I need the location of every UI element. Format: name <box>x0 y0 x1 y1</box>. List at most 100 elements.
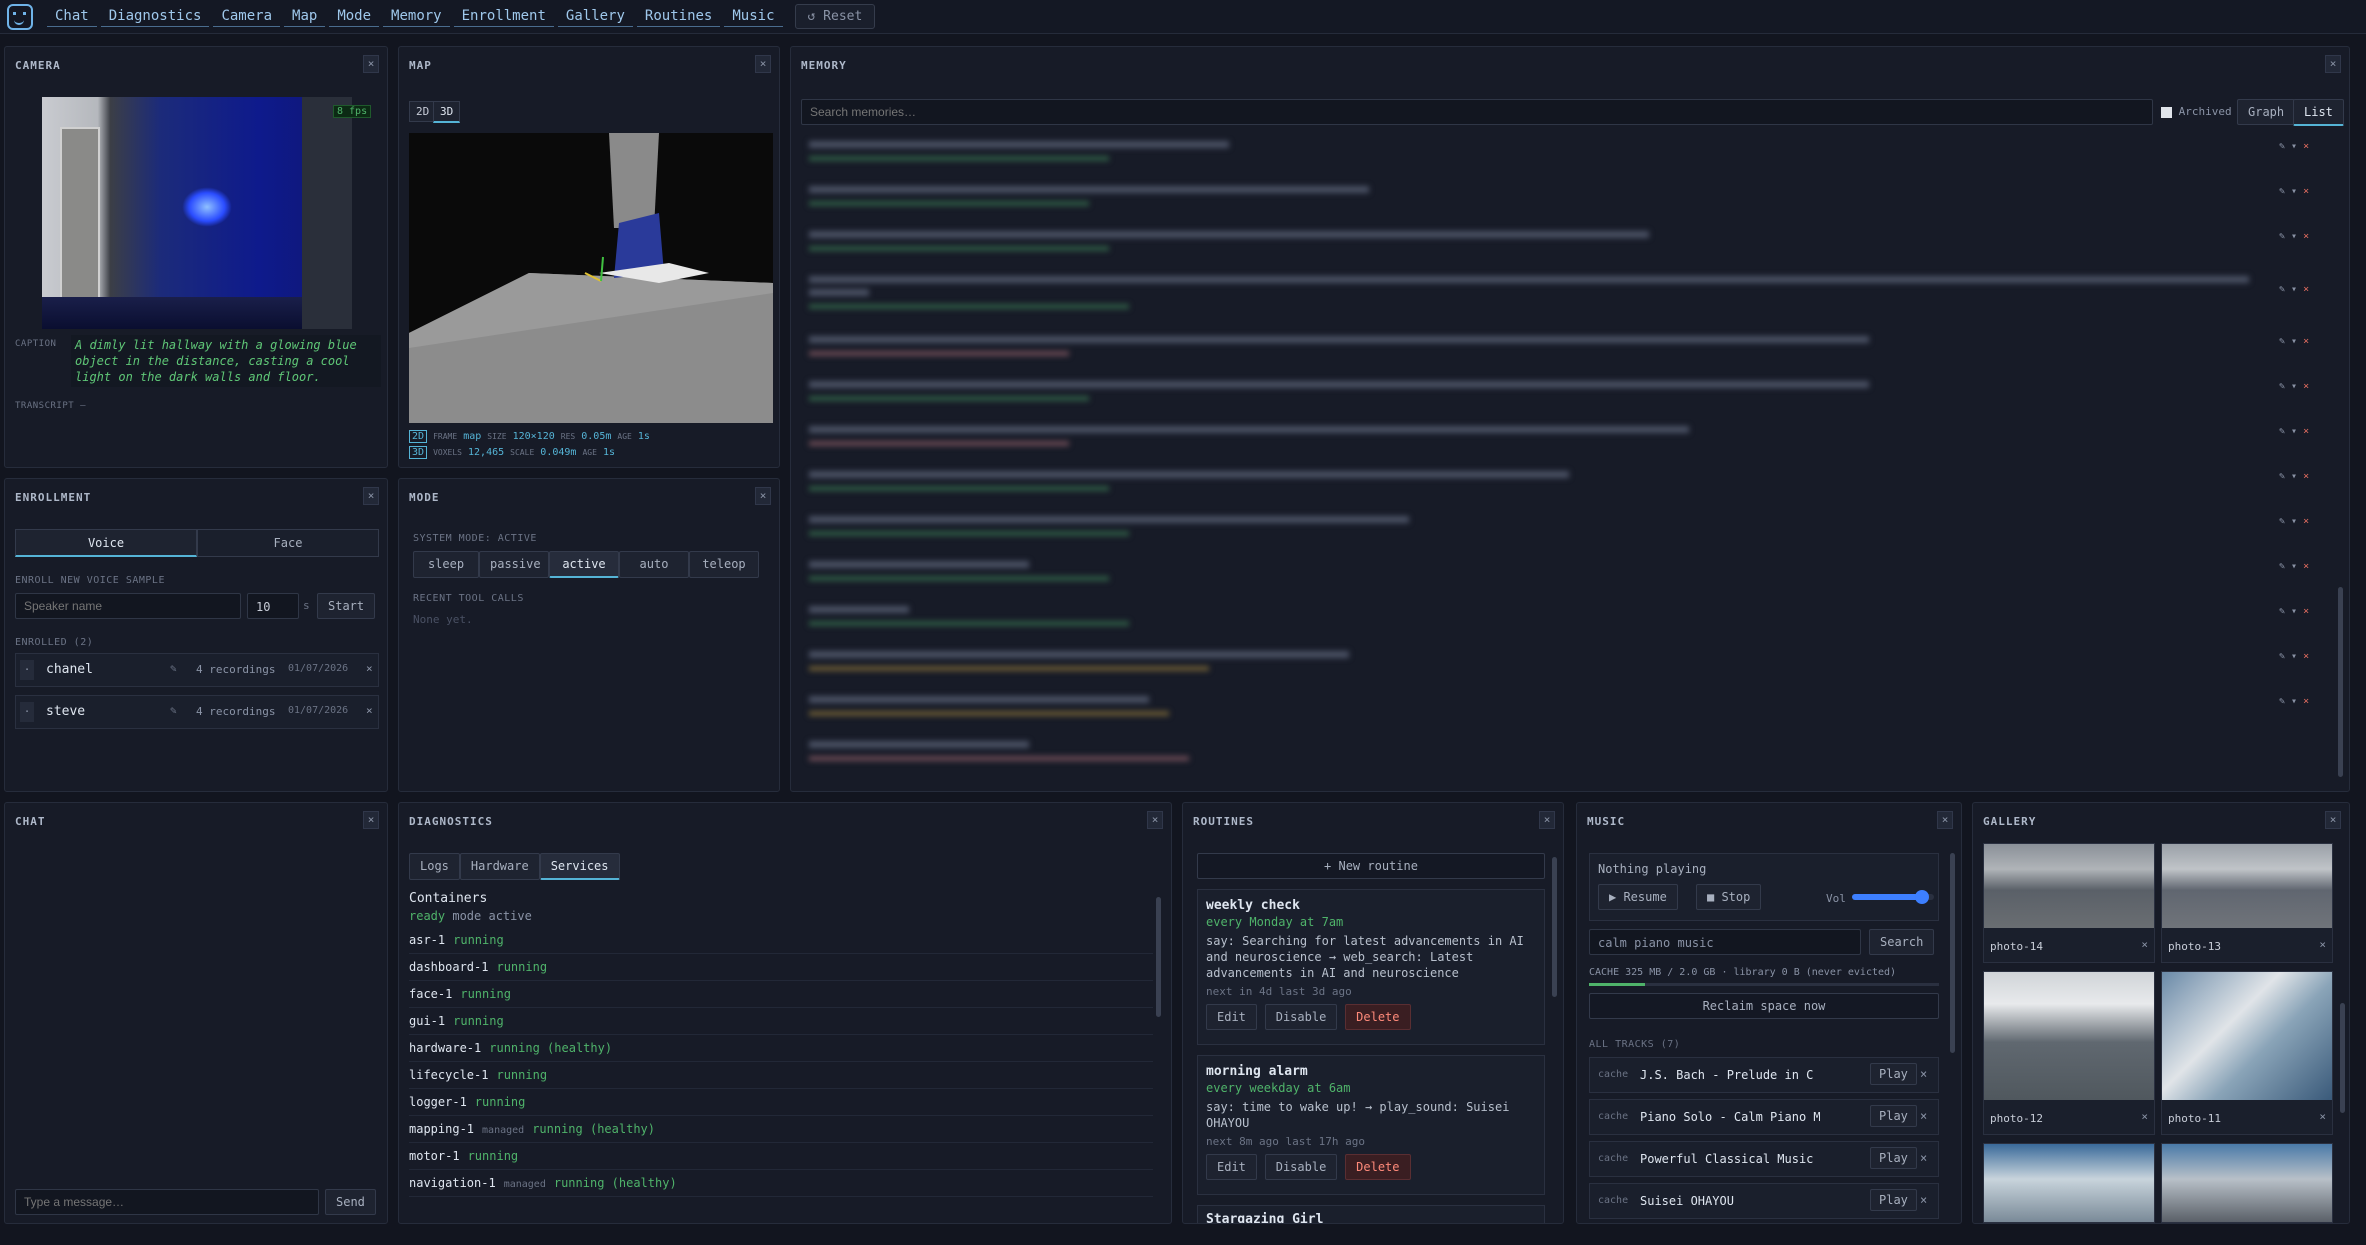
close-icon[interactable]: × <box>363 811 379 829</box>
delete-photo-icon[interactable]: × <box>2319 1110 2326 1123</box>
expand-icon[interactable]: · <box>20 702 34 722</box>
edit-button[interactable]: Edit <box>1206 1154 1257 1180</box>
reset-button[interactable]: ↺ Reset <box>794 4 876 29</box>
remove-track-icon[interactable]: × <box>1920 1109 1927 1123</box>
close-icon[interactable]: × <box>363 55 379 73</box>
nav-enrollment[interactable]: Enrollment <box>453 6 554 27</box>
close-icon[interactable]: × <box>1539 811 1555 829</box>
music-search-button[interactable]: Search <box>1869 929 1935 955</box>
edit-icon[interactable]: ✎ <box>170 662 177 675</box>
tab-services[interactable]: Services <box>539 853 620 880</box>
start-button[interactable]: Start <box>317 593 376 619</box>
nav-memory[interactable]: Memory <box>383 6 450 27</box>
graph-view-button[interactable]: Graph <box>2237 99 2296 125</box>
music-search-input[interactable]: calm piano music <box>1589 929 1861 955</box>
nav-camera[interactable]: Camera <box>213 6 281 27</box>
routines-scrollbar[interactable] <box>1552 857 1557 997</box>
memory-item[interactable] <box>801 690 2281 735</box>
delete-photo-icon[interactable]: × <box>2141 1110 2148 1123</box>
map-3d-view[interactable] <box>409 133 773 423</box>
delete-button[interactable]: Delete <box>1345 1154 1411 1180</box>
close-icon[interactable]: × <box>2325 811 2341 829</box>
nav-chat[interactable]: Chat <box>47 6 97 27</box>
play-button[interactable]: Play <box>1870 1063 1917 1085</box>
gallery-photo[interactable]: photo-13 × <box>2161 843 2333 963</box>
chat-message-input[interactable] <box>15 1189 319 1215</box>
delete-icon[interactable]: × <box>366 662 373 675</box>
mode-passive-button[interactable]: passive <box>479 551 549 578</box>
memory-item[interactable] <box>801 555 2281 600</box>
speaker-name-input[interactable] <box>15 593 241 619</box>
close-icon[interactable]: × <box>755 487 771 505</box>
memory-item[interactable] <box>801 375 2281 420</box>
close-icon[interactable]: × <box>2325 55 2341 73</box>
play-button[interactable]: Play <box>1870 1105 1917 1127</box>
stop-button[interactable]: ■ Stop <box>1696 884 1762 910</box>
gallery-photo[interactable]: photo-11 × <box>2161 971 2333 1135</box>
memory-item[interactable] <box>801 735 2281 780</box>
music-scrollbar[interactable] <box>1950 853 1955 1053</box>
memory-item[interactable] <box>801 135 2281 180</box>
tab-logs[interactable]: Logs <box>409 853 460 880</box>
expand-icon[interactable]: · <box>20 660 34 680</box>
memory-item[interactable] <box>801 420 2281 465</box>
diagnostics-scrollbar[interactable] <box>1156 897 1161 1017</box>
new-routine-button[interactable]: + New routine <box>1197 853 1545 879</box>
nav-map[interactable]: Map <box>284 6 326 27</box>
remove-track-icon[interactable]: × <box>1920 1067 1927 1081</box>
nav-music[interactable]: Music <box>724 6 783 27</box>
edit-icon[interactable]: ✎ <box>170 704 177 717</box>
close-icon[interactable]: × <box>1937 811 1953 829</box>
disable-button[interactable]: Disable <box>1264 1154 1338 1180</box>
gallery-photo[interactable]: photo-14 × <box>1983 843 2155 963</box>
delete-photo-icon[interactable]: × <box>2319 938 2326 951</box>
seconds-input[interactable]: 10 <box>247 593 299 619</box>
memory-item[interactable] <box>801 180 2281 225</box>
memory-search-input[interactable] <box>801 99 2153 125</box>
memory-item[interactable] <box>801 270 2281 330</box>
send-button[interactable]: Send <box>325 1189 376 1215</box>
close-icon[interactable]: × <box>1147 811 1163 829</box>
nav-diagnostics[interactable]: Diagnostics <box>100 6 210 27</box>
play-button[interactable]: Play <box>1870 1147 1917 1169</box>
gallery-photo[interactable] <box>1983 1143 2155 1223</box>
delete-button[interactable]: Delete <box>1345 1004 1411 1030</box>
memory-item[interactable] <box>801 225 2281 270</box>
tab-hardware[interactable]: Hardware <box>459 853 540 880</box>
memory-scrollbar[interactable] <box>2338 587 2343 777</box>
remove-track-icon[interactable]: × <box>1920 1151 1927 1165</box>
memory-item[interactable] <box>801 645 2281 690</box>
edit-button[interactable]: Edit <box>1206 1004 1257 1030</box>
checkbox-icon[interactable] <box>2161 106 2172 118</box>
map-tab-3d[interactable]: 3D <box>433 101 461 123</box>
close-icon[interactable]: × <box>755 55 771 73</box>
reclaim-space-button[interactable]: Reclaim space now <box>1589 993 1939 1019</box>
volume-knob[interactable] <box>1914 890 1929 904</box>
mode-sleep-button[interactable]: sleep <box>413 551 479 578</box>
memory-item[interactable] <box>801 465 2281 510</box>
delete-photo-icon[interactable]: × <box>2141 938 2148 951</box>
mode-teleop-button[interactable]: teleop <box>689 551 759 578</box>
tab-face[interactable]: Face <box>197 529 379 557</box>
memory-item[interactable] <box>801 600 2281 645</box>
mode-auto-button[interactable]: auto <box>619 551 689 578</box>
nav-gallery[interactable]: Gallery <box>557 6 633 27</box>
gallery-scrollbar[interactable] <box>2340 1003 2345 1113</box>
tab-voice[interactable]: Voice <box>15 529 197 557</box>
mode-active-button[interactable]: active <box>549 551 619 578</box>
gallery-photo[interactable]: photo-12 × <box>1983 971 2155 1135</box>
delete-icon[interactable]: × <box>366 704 373 717</box>
nav-routines[interactable]: Routines <box>636 6 721 27</box>
resume-button[interactable]: ▶ Resume <box>1598 884 1678 910</box>
volume-slider[interactable] <box>1852 890 1934 904</box>
close-icon[interactable]: × <box>363 487 379 505</box>
nav-mode[interactable]: Mode <box>329 6 380 27</box>
memory-item[interactable] <box>801 510 2281 555</box>
list-view-button[interactable]: List <box>2293 99 2344 126</box>
play-button[interactable]: Play <box>1870 1189 1917 1211</box>
disable-button[interactable]: Disable <box>1264 1004 1338 1030</box>
gallery-photo[interactable] <box>2161 1143 2333 1223</box>
memory-item[interactable] <box>801 330 2281 375</box>
remove-track-icon[interactable]: × <box>1920 1193 1927 1207</box>
archived-toggle[interactable]: Archived <box>2161 105 2232 118</box>
